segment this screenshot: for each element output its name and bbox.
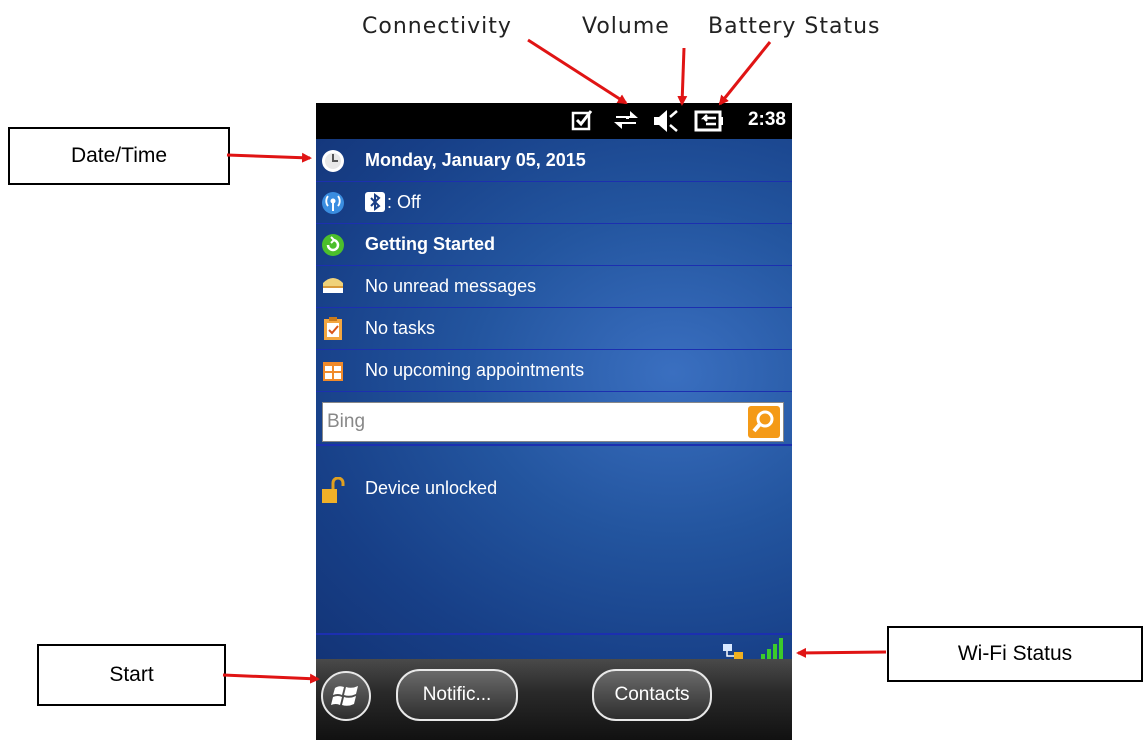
checkbox-icon[interactable] — [571, 108, 595, 132]
today-item-lock[interactable]: Device unlocked — [316, 467, 792, 509]
windows-logo-icon — [331, 686, 358, 706]
start-callout-box: Start — [37, 644, 226, 706]
tasks-label: No tasks — [365, 317, 436, 338]
getting-started-icon — [321, 233, 344, 256]
datetime-callout-box: Date/Time — [8, 127, 230, 185]
bluetooth-icon — [365, 192, 385, 212]
contacts-button[interactable]: Contacts — [592, 669, 712, 721]
taskbar: Notific... Contacts — [316, 659, 792, 740]
appointments-label: No upcoming appointments — [365, 359, 585, 380]
arrow-start — [222, 673, 320, 684]
today-item-wireless[interactable]: : Off — [316, 181, 792, 224]
wifi-status-callout-label: Wi-Fi Status — [957, 642, 1073, 665]
bluetooth-status: : Off — [387, 191, 421, 212]
inbox-icon — [321, 275, 343, 297]
arrow-battery — [718, 41, 772, 106]
today-screen: Monday, January 05, 2015 : Off Getting S… — [316, 139, 792, 661]
connectivity-callout: Connectivity — [362, 14, 512, 39]
clock-icon — [321, 149, 344, 172]
date-label: Monday, January 05, 2015 — [365, 149, 586, 170]
clock-time[interactable]: 2:38 — [748, 109, 786, 131]
arrow-connectivity — [527, 38, 628, 105]
today-item-messages[interactable]: No unread messages — [316, 265, 792, 308]
contacts-button-label: Contacts — [614, 684, 690, 705]
search-placeholder[interactable]: Bing — [327, 411, 365, 433]
battery-status-callout: Battery Status — [708, 14, 881, 39]
arrow-datetime — [226, 152, 312, 163]
arrow-wifi — [796, 647, 887, 658]
bing-search-box[interactable]: Bing — [322, 402, 784, 442]
battery-charging-icon[interactable] — [694, 108, 724, 134]
volume-callout: Volume — [582, 14, 670, 39]
lock-status-label: Device unlocked — [365, 477, 498, 498]
divider — [316, 633, 792, 635]
arrow-volume — [677, 47, 688, 106]
start-callout-label: Start — [109, 663, 154, 686]
start-button[interactable] — [321, 671, 371, 721]
unlocked-padlock-icon — [321, 476, 345, 503]
volume-muted-icon[interactable] — [652, 108, 680, 134]
search-button[interactable] — [748, 406, 780, 438]
wifi-status-callout-box: Wi-Fi Status — [887, 626, 1143, 682]
notifications-button-label: Notific... — [422, 684, 492, 705]
search-icon — [752, 410, 774, 433]
datetime-callout-label: Date/Time — [70, 144, 168, 167]
today-item-date[interactable]: Monday, January 05, 2015 — [316, 139, 792, 182]
messages-label: No unread messages — [365, 275, 537, 296]
notifications-button[interactable]: Notific... — [396, 669, 518, 721]
today-item-getting-started[interactable]: Getting Started — [316, 223, 792, 266]
calendar-icon — [321, 359, 343, 381]
status-bar: 2:38 — [316, 103, 792, 139]
phone-screen: 2:38 Monday, January 05, 2015 : Off Gett… — [316, 103, 792, 740]
today-item-appointments[interactable]: No upcoming appointments — [316, 349, 792, 392]
getting-started-label: Getting Started — [365, 233, 496, 254]
today-item-tasks[interactable]: No tasks — [316, 307, 792, 350]
wireless-icon — [321, 191, 344, 214]
tasks-icon — [321, 317, 343, 340]
connectivity-arrows-icon[interactable] — [612, 108, 640, 134]
divider — [316, 444, 792, 446]
